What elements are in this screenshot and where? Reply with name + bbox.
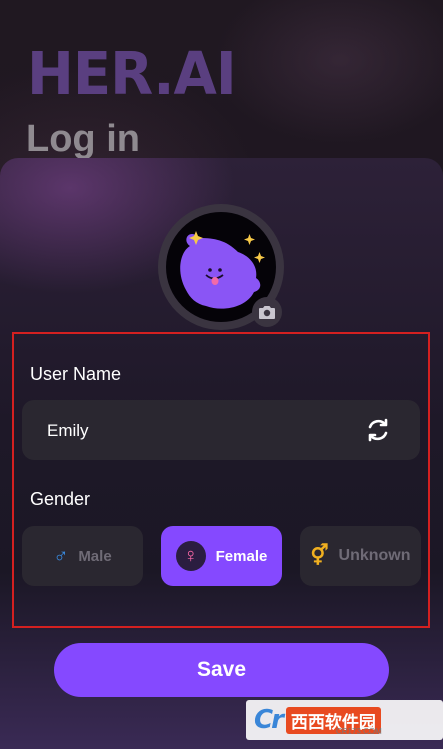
username-label: User Name bbox=[30, 364, 122, 384]
gender-female-button[interactable]: ♀ Female bbox=[161, 526, 282, 586]
username-value: Emily bbox=[47, 421, 89, 440]
gender-male-label: Male bbox=[78, 547, 112, 565]
refresh-icon[interactable] bbox=[366, 418, 390, 442]
watermark-logo: Cr bbox=[254, 705, 284, 735]
male-icon: ♂ bbox=[53, 545, 69, 567]
watermark: Cr 西西软件园 CR173.COM bbox=[246, 700, 443, 740]
watermark-site: CR173.COM bbox=[336, 727, 382, 736]
gender-unknown-button[interactable]: ⚥ Unknown bbox=[300, 526, 421, 586]
camera-button[interactable] bbox=[252, 297, 282, 327]
gender-male-button[interactable]: ♂ Male bbox=[22, 526, 143, 586]
female-icon: ♀ bbox=[175, 541, 206, 571]
unknown-gender-icon: ⚥ bbox=[310, 545, 329, 567]
gender-unknown-label: Unknown bbox=[338, 547, 411, 564]
gender-label: Gender bbox=[30, 489, 91, 509]
gender-female-label: Female bbox=[215, 547, 268, 565]
save-button[interactable]: Save bbox=[54, 643, 389, 697]
camera-icon bbox=[259, 306, 275, 319]
username-field[interactable]: Emily bbox=[22, 400, 420, 460]
page-title: Log in bbox=[26, 118, 140, 160]
app-logo: HER.AI bbox=[27, 40, 237, 109]
